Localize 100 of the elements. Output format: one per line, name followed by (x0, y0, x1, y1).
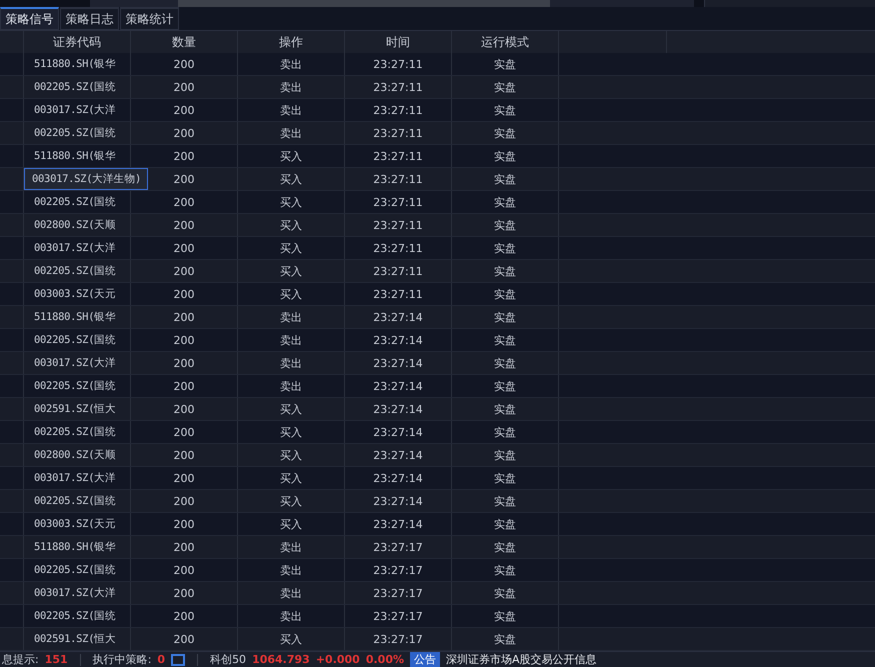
table-cell: 实盘 (452, 283, 559, 305)
table-cell: 200 (131, 513, 238, 535)
index-value: 1064.793 (252, 653, 310, 666)
table-cell: 买入 (238, 283, 345, 305)
table-cell[interactable]: 002205.SZ(国统 (24, 375, 131, 397)
table-cell: 实盘 (452, 628, 559, 650)
table-cell[interactable]: 003017.SZ(大洋 (24, 582, 131, 604)
table-cell: 23:27:11 (345, 237, 452, 259)
table-cell: 23:27:11 (345, 191, 452, 213)
table-cell: 实盘 (452, 168, 559, 190)
table-cell[interactable]: 003003.SZ(天元 (24, 513, 131, 535)
table-cell: 卖出 (238, 122, 345, 144)
tab[interactable]: 策略日志 (60, 7, 119, 30)
table-cell: 23:27:14 (345, 329, 452, 351)
table-cell[interactable]: 002205.SZ(国统 (24, 76, 131, 98)
table-cell[interactable]: 003017.SZ(大洋 (24, 99, 131, 121)
table-cell[interactable]: 002205.SZ(国统 (24, 260, 131, 282)
table-cell[interactable]: 511880.SH(银华 (24, 53, 131, 75)
table-cell: 23:27:17 (345, 582, 452, 604)
table-cell: 实盘 (452, 99, 559, 121)
table-cell: 23:27:14 (345, 467, 452, 489)
table-cell: 卖出 (238, 76, 345, 98)
notice-text[interactable]: 深圳证券市场A股交易公开信息 (446, 652, 597, 667)
table-cell: 实盘 (452, 513, 559, 535)
table-cell: 23:27:11 (345, 99, 452, 121)
table-cell[interactable]: 003017.SZ(大洋 (24, 467, 131, 489)
table-cell: 买入 (238, 444, 345, 466)
table-cell: 23:27:14 (345, 375, 452, 397)
table-cell[interactable]: 002205.SZ(国统 (24, 191, 131, 213)
table-cell: 200 (131, 99, 238, 121)
table-cell: 23:27:11 (345, 76, 452, 98)
table-cell: 200 (131, 191, 238, 213)
table-cell: 卖出 (238, 559, 345, 581)
scrollbar-thumb[interactable] (178, 0, 550, 7)
index-change: +0.000 (316, 653, 360, 666)
table-cell[interactable]: 002591.SZ(恒大 (24, 398, 131, 420)
table-cell: 实盘 (452, 122, 559, 144)
table-cell[interactable]: 002800.SZ(天顺 (24, 214, 131, 236)
table-cell: 23:27:11 (345, 53, 452, 75)
table-cell: 卖出 (238, 329, 345, 351)
table-cell: 实盘 (452, 53, 559, 75)
table-cell: 200 (131, 214, 238, 236)
table-cell: 23:27:14 (345, 421, 452, 443)
table-cell[interactable]: 002205.SZ(国统 (24, 122, 131, 144)
table-cell: 23:27:11 (345, 283, 452, 305)
table-cell: 实盘 (452, 536, 559, 558)
table-cell[interactable]: 002205.SZ(国统 (24, 605, 131, 627)
table-cell[interactable]: 002205.SZ(国统 (24, 329, 131, 351)
table-cell: 200 (131, 237, 238, 259)
tab[interactable]: 策略统计 (120, 7, 179, 30)
table-cell[interactable]: 002205.SZ(国统 (24, 490, 131, 512)
table-cell[interactable]: 002800.SZ(天顺 (24, 444, 131, 466)
table-cell: 实盘 (452, 582, 559, 604)
table-cell: 23:27:11 (345, 168, 452, 190)
table-cell: 实盘 (452, 329, 559, 351)
table-cell: 200 (131, 421, 238, 443)
table-cell: 200 (131, 536, 238, 558)
table-cell: 卖出 (238, 375, 345, 397)
table-cell: 200 (131, 306, 238, 328)
table-cell: 200 (131, 628, 238, 650)
table-cell[interactable]: 002205.SZ(国统 (24, 421, 131, 443)
notice-badge[interactable]: 公告 (410, 652, 440, 667)
table-cell: 200 (131, 605, 238, 627)
table-cell: 23:27:17 (345, 605, 452, 627)
table-cell[interactable]: 003017.SZ(大洋 (24, 237, 131, 259)
table-cell: 卖出 (238, 306, 345, 328)
table-cell: 实盘 (452, 76, 559, 98)
table-cell[interactable]: 511880.SH(银华 (24, 145, 131, 167)
table-cell[interactable]: 003003.SZ(天元 (24, 283, 131, 305)
table-cell: 23:27:11 (345, 122, 452, 144)
table-cell[interactable]: 002205.SZ(国统 (24, 559, 131, 581)
table-cell: 200 (131, 76, 238, 98)
table-cell: 买入 (238, 628, 345, 650)
table-cell: 200 (131, 467, 238, 489)
tab[interactable]: 策略信号 (0, 7, 59, 30)
table-cell: 买入 (238, 237, 345, 259)
table-cell[interactable]: 002591.SZ(恒大 (24, 628, 131, 650)
table-cell: 买入 (238, 260, 345, 282)
table-cell: 实盘 (452, 214, 559, 236)
table-cell: 买入 (238, 513, 345, 535)
index-name: 科创50 (210, 652, 246, 667)
table-cell: 23:27:11 (345, 260, 452, 282)
table-cell: 23:27:14 (345, 490, 452, 512)
table-cell: 卖出 (238, 605, 345, 627)
table-cell: 200 (131, 122, 238, 144)
table-cell: 实盘 (452, 375, 559, 397)
table-cell: 实盘 (452, 260, 559, 282)
index-percent: 0.00% (366, 653, 404, 666)
table-cell: 实盘 (452, 559, 559, 581)
table-cell[interactable]: 003017.SZ(大洋 (24, 352, 131, 374)
table-cell[interactable]: 003017.SZ(大洋生物) (24, 168, 148, 190)
table-cell: 200 (131, 352, 238, 374)
table-cell: 23:27:17 (345, 559, 452, 581)
table-cell: 买入 (238, 168, 345, 190)
table-cell: 买入 (238, 214, 345, 236)
table-cell[interactable]: 511880.SH(银华 (24, 306, 131, 328)
table-cell: 23:27:14 (345, 306, 452, 328)
table-cell: 实盘 (452, 306, 559, 328)
window-icon[interactable] (171, 654, 186, 666)
table-cell[interactable]: 511880.SH(银华 (24, 536, 131, 558)
